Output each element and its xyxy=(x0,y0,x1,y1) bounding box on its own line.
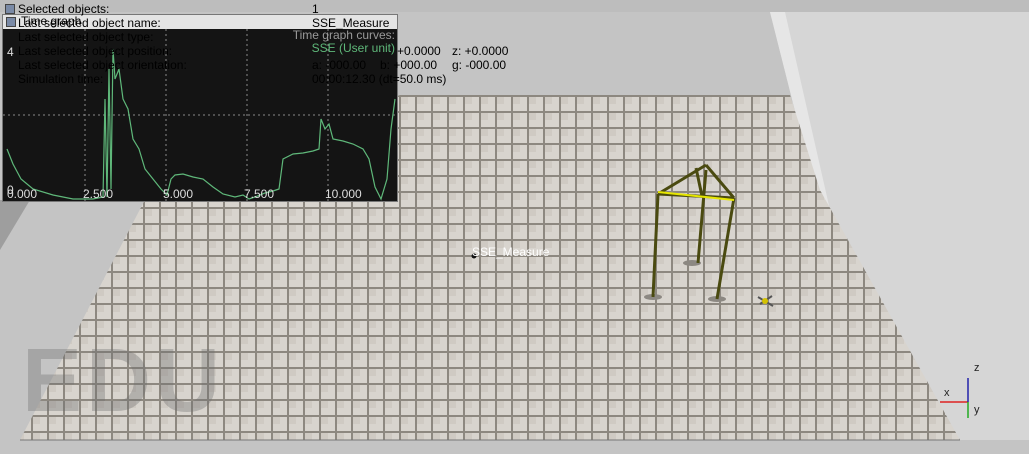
graph-x-tick: 2.500 xyxy=(83,187,114,201)
graph-y-max-label: 4 xyxy=(7,45,14,59)
graph-curve-name: SSE (User unit) xyxy=(311,41,395,55)
selected-objects-label: Selected objects: xyxy=(18,2,110,16)
last-selected-orientation-label: Last selected object orientation: xyxy=(18,58,187,72)
position-y-value: +0.0000 xyxy=(397,44,441,58)
simulation-time-label: Simulation time: xyxy=(18,72,104,86)
graph-x-tick: 7.500 xyxy=(244,187,275,201)
edu-watermark: EDU xyxy=(22,331,225,431)
orientation-a-value: a: -000.00 xyxy=(312,58,367,72)
info-collapse-button[interactable] xyxy=(5,4,15,14)
simulation-time-value: 00:00:12.30 (dt=50.0 ms) xyxy=(312,72,447,86)
graph-pin-button[interactable] xyxy=(6,17,16,27)
graph-x-tick: 10.000 xyxy=(325,187,362,201)
axis-x-label: x xyxy=(944,387,950,399)
graph-x-tick: 0.000 xyxy=(7,187,38,201)
position-z-value: z: +0.0000 xyxy=(452,44,509,58)
graph-x-tick: 5.000 xyxy=(163,187,194,201)
axis-z-label: z xyxy=(974,362,980,374)
object-label: SSE_Measure xyxy=(472,245,550,259)
orientation-b-value: b: +000.00 xyxy=(380,58,438,72)
graph-curves-label: Time graph curves: xyxy=(292,28,395,42)
last-selected-name-value: SSE_Measure xyxy=(312,16,390,30)
last-selected-position-label: Last selected object position: xyxy=(18,44,173,58)
back-wall xyxy=(0,0,1029,12)
last-selected-name-label: Last selected object name: xyxy=(18,16,161,30)
axis-y-label: y xyxy=(974,404,980,416)
orientation-g-value: g: -000.00 xyxy=(452,58,507,72)
selected-objects-value: 1 xyxy=(312,2,319,16)
last-selected-type-label: Last selected object type: xyxy=(18,30,154,44)
